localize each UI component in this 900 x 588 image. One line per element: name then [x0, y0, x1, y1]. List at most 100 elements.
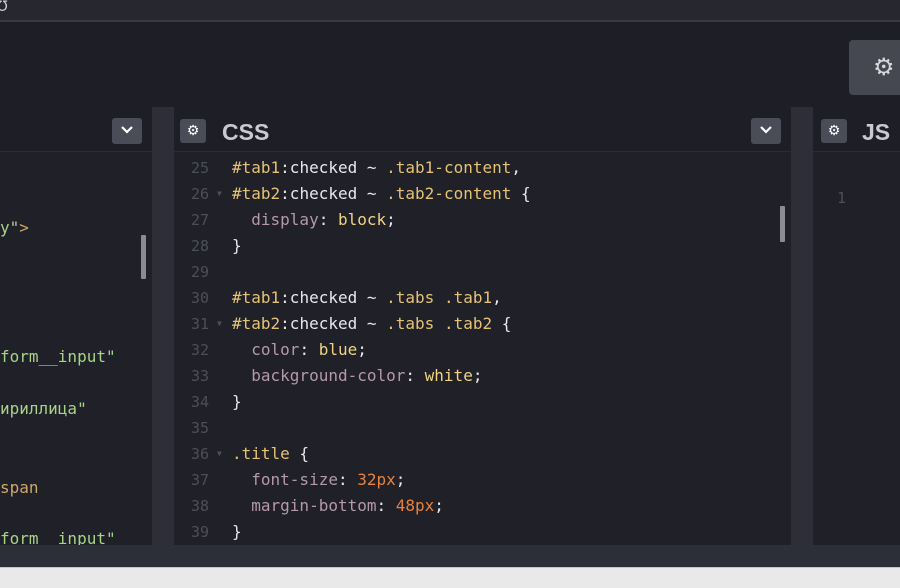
code-token: 32px [357, 470, 396, 489]
code-text: #tab1:checked ~ .tabs .tab1, [232, 285, 502, 311]
window-title-fragment: Ʊ [0, 0, 8, 15]
code-token: : [299, 340, 319, 359]
fold-toggle-icon[interactable]: ▼ [217, 311, 222, 337]
code-token: #tab1 [232, 158, 281, 177]
code-text: background-color: white; [232, 363, 482, 389]
panel-resize-handle[interactable] [791, 107, 813, 545]
line-number: 38 [190, 497, 209, 515]
line-number: 36 [190, 445, 209, 463]
line-number: 1 [836, 189, 846, 207]
line-number: 28 [190, 237, 209, 255]
code-line: 1 [813, 159, 871, 207]
css-code-area[interactable]: 25 #tab1:checked ~ .tab1-content, 26 ▼ #tab2… [174, 152, 791, 545]
code-token: , [492, 288, 502, 307]
code-token: blue [318, 340, 358, 359]
code-text: #tab2:checked ~ .tab2-content { [232, 181, 531, 207]
code-fragment: span [0, 478, 39, 497]
css-settings-button[interactable]: ⚙ [180, 119, 206, 143]
code-token: ; [434, 496, 444, 515]
css-panel-header: ⚙ CSS [174, 107, 791, 152]
css-panel: ⚙ CSS 25 #tab1:checked ~ .tab1-content, 26… [174, 107, 791, 545]
code-token: } [232, 392, 242, 411]
line-number: 39 [190, 523, 209, 541]
code-fragment: form__input" [0, 529, 116, 545]
code-token: ; [395, 470, 406, 489]
fold-toggle-icon[interactable]: ▼ [217, 441, 222, 467]
code-line: form__input" [0, 526, 116, 545]
code-token: { [289, 444, 310, 463]
code-token: : [405, 366, 425, 385]
js-code-area[interactable]: 1 [813, 152, 900, 545]
code-token: : [337, 470, 358, 489]
code-token: { [511, 184, 531, 203]
css-scrollbar[interactable] [780, 206, 785, 242]
css-panel-title: CSS [222, 119, 270, 145]
code-line: y"> [0, 215, 29, 241]
code-token: :checked ~ [280, 314, 387, 333]
panel-resize-handle[interactable] [152, 107, 174, 545]
code-token: .tab2-content [386, 184, 512, 203]
chevron-down-icon [760, 126, 772, 134]
line-number: 25 [190, 159, 209, 177]
code-token: :checked ~ [280, 158, 387, 177]
js-panel-header: ⚙ JS [813, 107, 900, 152]
code-token: : [318, 210, 338, 229]
html-code-area[interactable]: y"> form__input" ириллица" span form__in… [0, 152, 152, 545]
editor-footer-bar [0, 545, 900, 567]
code-text: color: blue; [232, 337, 367, 363]
settings-button[interactable]: ⚙ [849, 40, 900, 95]
js-panel: ⚙ JS 1 [813, 107, 900, 545]
code-token: 48px [395, 496, 435, 515]
code-token: display [232, 210, 319, 229]
code-token: ; [386, 210, 396, 229]
line-number: 31 [190, 315, 209, 333]
code-fragment: > [19, 218, 29, 237]
code-token: ; [357, 340, 367, 359]
js-settings-button[interactable]: ⚙ [821, 119, 847, 143]
code-text: } [232, 233, 242, 259]
code-token: .tab1-content [386, 158, 512, 177]
code-token: : [376, 496, 396, 515]
code-fragment: y" [0, 218, 20, 237]
code-token: ; [472, 366, 483, 385]
code-token: .tabs .tab2 [386, 314, 493, 333]
fold-toggle-icon[interactable]: ▼ [217, 181, 222, 207]
js-panel-title: JS [862, 119, 891, 145]
code-line: form__input" [0, 344, 116, 370]
code-token: } [232, 236, 242, 255]
line-number: 26 [190, 185, 209, 203]
line-number: 32 [190, 341, 209, 359]
css-collapse-button[interactable] [751, 118, 781, 144]
code-token: font-size [232, 470, 338, 489]
code-text: margin-bottom: 48px; [232, 493, 444, 519]
line-number: 34 [190, 393, 209, 411]
line-number: 29 [190, 263, 209, 281]
line-number: 37 [190, 471, 209, 489]
code-text: #tab1:checked ~ .tab1-content, [232, 155, 521, 181]
html-panel: y"> form__input" ириллица" span form__in… [0, 107, 152, 545]
code-token: background-color [232, 366, 406, 385]
code-token: color [232, 340, 300, 359]
code-token: :checked ~ [280, 288, 387, 307]
code-line: span [0, 475, 39, 501]
html-scrollbar[interactable] [141, 235, 146, 279]
line-number: 33 [190, 367, 209, 385]
code-token: margin-bottom [232, 496, 377, 515]
code-token: } [232, 522, 242, 541]
html-collapse-button[interactable] [112, 118, 142, 144]
browser-status-bar [0, 567, 900, 588]
code-token: { [492, 314, 512, 333]
code-token: .title [232, 444, 290, 463]
gear-icon: ⚙ [186, 123, 200, 139]
code-fragment: form__input" [0, 347, 116, 366]
window-title-strip: Ʊ [0, 0, 900, 20]
code-token: block [337, 210, 387, 229]
code-fragment: ириллица" [0, 399, 87, 418]
chevron-down-icon [121, 126, 133, 134]
code-token: #tab2 [232, 314, 281, 333]
code-text: display: block; [232, 207, 396, 233]
line-number: 30 [190, 289, 209, 307]
code-token: white [424, 366, 473, 385]
code-token: .tabs .tab1 [386, 288, 493, 307]
html-panel-header [0, 107, 152, 152]
